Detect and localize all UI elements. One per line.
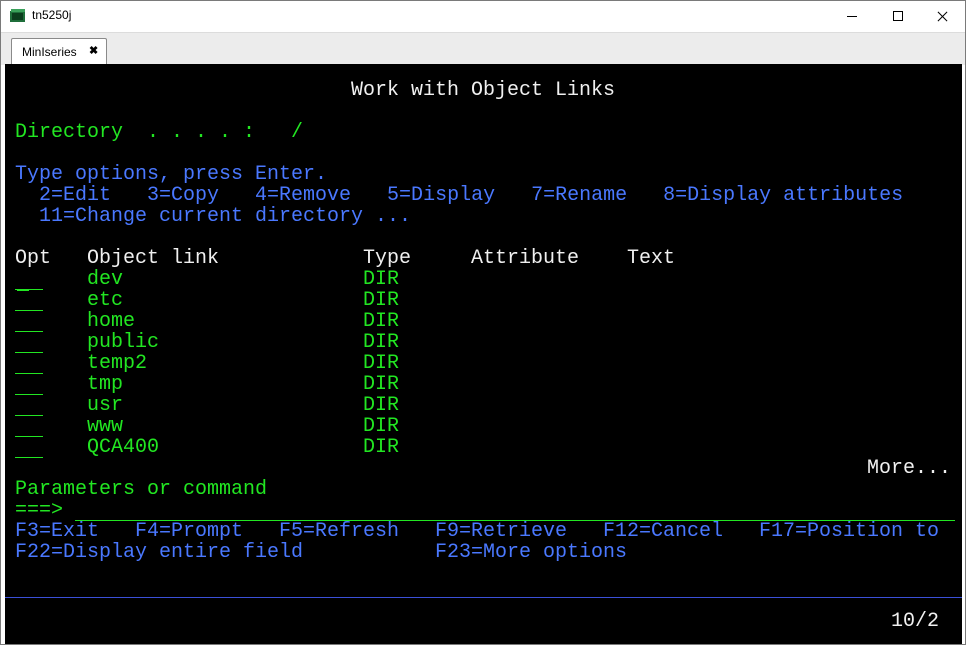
object-type: DIR <box>363 415 400 438</box>
cursor-position-status: 10/2 <box>891 610 940 633</box>
column-header-text: Text <box>627 247 676 270</box>
object-type: DIR <box>363 436 400 459</box>
fkey-f23-more-options[interactable]: F23=More options <box>435 543 627 563</box>
tab-label: MinIseries <box>22 45 77 59</box>
options-line-2: 11=Change current directory ... <box>39 205 412 228</box>
minimize-button[interactable] <box>829 1 875 32</box>
object-link-name: public <box>87 331 160 354</box>
object-link-name: QCA400 <box>87 436 160 459</box>
fkey-f12-cancel[interactable]: F12=Cancel <box>603 522 723 542</box>
object-type: DIR <box>363 310 400 333</box>
opt-input[interactable] <box>15 394 43 395</box>
opt-input[interactable] <box>15 310 43 311</box>
tn5250j-app-icon <box>10 9 25 22</box>
object-type: DIR <box>363 268 400 291</box>
more-indicator: More... <box>867 457 952 480</box>
opt-input[interactable] <box>15 415 43 416</box>
object-type: DIR <box>363 373 400 396</box>
object-link-name: home <box>87 310 136 333</box>
opt-input[interactable] <box>15 436 43 437</box>
parameters-label: Parameters or command <box>15 478 268 501</box>
fkey-f17-position-to[interactable]: F17=Position to <box>759 522 939 542</box>
command-prompt: ===> <box>15 499 64 522</box>
directory-label: Directory . . . . : <box>15 121 256 144</box>
object-link-name: www <box>87 415 124 438</box>
fkey-f9-retrieve[interactable]: F9=Retrieve <box>435 522 567 542</box>
maximize-button[interactable] <box>875 1 921 32</box>
options-line-1: 2=Edit 3=Copy 4=Remove 5=Display 7=Renam… <box>39 184 904 207</box>
column-header-object-link: Object link <box>87 247 220 270</box>
column-header-opt: Opt <box>15 247 52 270</box>
terminal-screen[interactable]: Work with Object Links Directory . . . .… <box>5 64 962 644</box>
opt-input[interactable] <box>15 289 43 290</box>
tab-miniseries[interactable]: MinIseries ✖ <box>11 38 107 64</box>
object-link-name: tmp <box>87 373 124 396</box>
opt-input[interactable] <box>15 373 43 374</box>
status-separator <box>5 597 962 598</box>
app-window: tn5250j MinIseries ✖ Work with Object Li… <box>0 0 966 645</box>
tab-close-icon[interactable]: ✖ <box>89 44 98 57</box>
title-bar: tn5250j <box>1 1 965 32</box>
object-link-name: etc <box>87 289 124 312</box>
close-window-button[interactable] <box>919 1 965 32</box>
object-type: DIR <box>363 352 400 375</box>
object-link-name: dev <box>87 268 124 291</box>
object-type: DIR <box>363 331 400 354</box>
fkey-f3-exit[interactable]: F3=Exit <box>15 522 99 542</box>
fkey-f5-refresh[interactable]: F5=Refresh <box>279 522 399 542</box>
screen-title: Work with Object Links <box>351 79 616 102</box>
opt-input[interactable] <box>15 331 43 332</box>
fkey-f4-prompt[interactable]: F4=Prompt <box>135 522 243 542</box>
column-header-type: Type <box>363 247 412 270</box>
object-type: DIR <box>363 289 400 312</box>
opt-input[interactable] <box>15 457 43 458</box>
column-header-attribute: Attribute <box>471 247 580 270</box>
object-link-name: temp2 <box>87 352 148 375</box>
session-tab-strip: MinIseries ✖ <box>1 32 965 65</box>
object-link-name: usr <box>87 394 124 417</box>
object-type: DIR <box>363 394 400 417</box>
fkey-f22-display-entire-field[interactable]: F22=Display entire field <box>15 543 303 563</box>
window-title: tn5250j <box>32 8 72 22</box>
opt-input[interactable] <box>15 352 43 353</box>
directory-value: / <box>291 121 304 144</box>
instructions-text: Type options, press Enter. <box>15 163 328 186</box>
